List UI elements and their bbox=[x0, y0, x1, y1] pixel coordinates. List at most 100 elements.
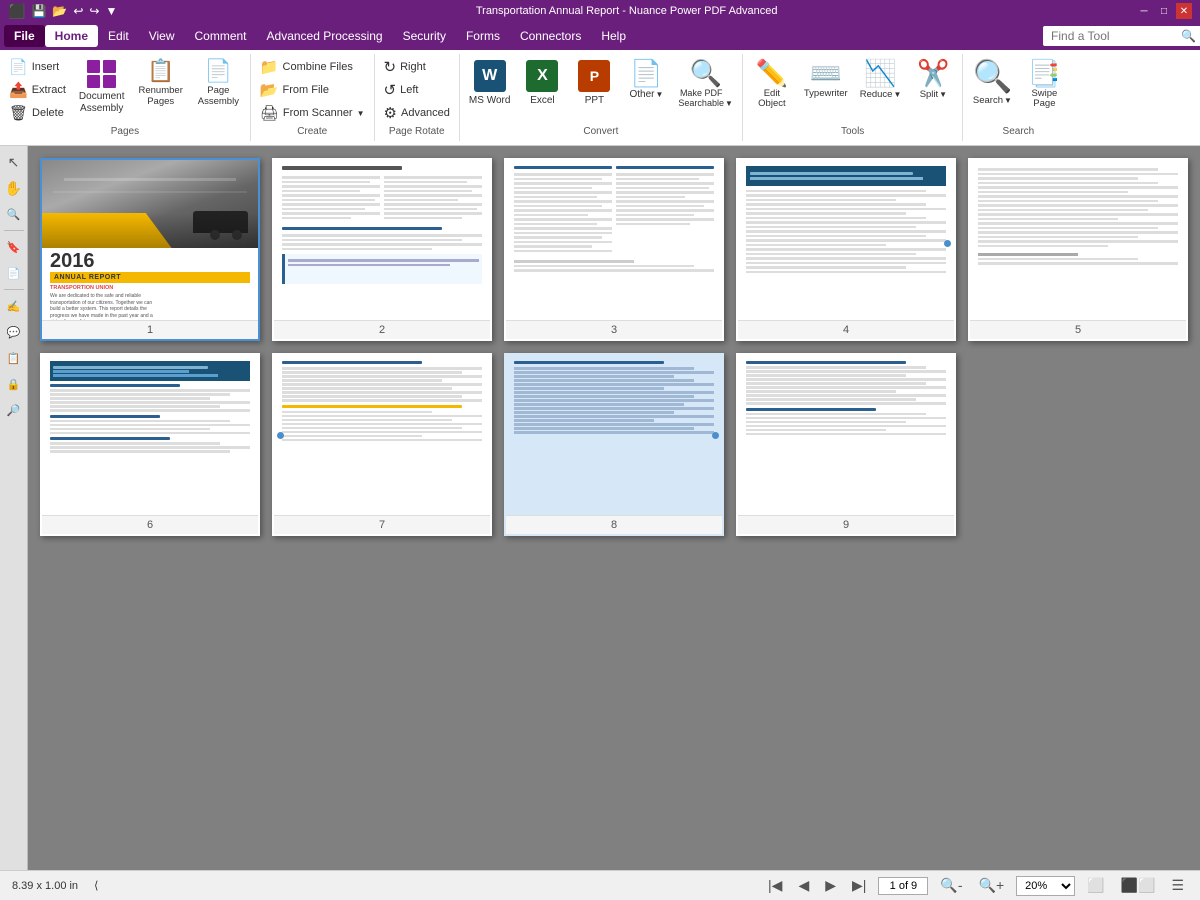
other-button[interactable]: 📄 Other ▼ bbox=[621, 56, 671, 105]
rotate-advanced-icon: ⚙ bbox=[384, 104, 397, 122]
page-thumb-1[interactable]: 2016 ANNUAL REPORT TRANSPORTION UNION We… bbox=[40, 158, 260, 341]
ribbon: 📄 Insert 📤 Extract 🗑 Delete bbox=[0, 50, 1200, 146]
bookmark-tool[interactable]: 🔖 bbox=[2, 235, 26, 259]
two-page-view-button[interactable]: ⬛⬜ bbox=[1117, 875, 1160, 896]
last-page-button[interactable]: ▶| bbox=[848, 875, 870, 896]
tools-group-content: ✏️ EditObject ⌨️ Typewriter 📉 Reduce ▼ ✂… bbox=[747, 56, 959, 124]
page-thumb-9[interactable]: 9 bbox=[736, 353, 956, 536]
page-thumb-2[interactable]: 2 bbox=[272, 158, 492, 341]
convert-group-label: Convert bbox=[464, 124, 738, 139]
select-tool[interactable]: ↖ bbox=[2, 150, 26, 174]
ribbon-group-search: 🔍 Search ▼ 📑 SwipePage Search bbox=[963, 54, 1073, 141]
prev-page-button[interactable]: ◀ bbox=[794, 875, 813, 896]
ms-word-button[interactable]: W MS Word bbox=[464, 56, 516, 111]
menu-item-security[interactable]: Security bbox=[393, 25, 456, 47]
page-assembly-button[interactable]: 📄 PageAssembly bbox=[191, 56, 246, 112]
first-page-button[interactable]: |◀ bbox=[764, 875, 786, 896]
typewriter-button[interactable]: ⌨️ Typewriter bbox=[799, 56, 853, 103]
form-tool[interactable]: 📋 bbox=[2, 346, 26, 370]
reduce-button[interactable]: 📉 Reduce ▼ bbox=[855, 56, 907, 104]
page-9-content bbox=[738, 355, 954, 515]
combine-icon: 📁 bbox=[260, 58, 279, 76]
menu-item-advanced-processing[interactable]: Advanced Processing bbox=[257, 25, 393, 47]
zoom-out-button[interactable]: 🔍- bbox=[936, 875, 966, 896]
zoom-tool[interactable]: 🔍 bbox=[2, 202, 26, 226]
document-assembly-button[interactable]: Document Assembly bbox=[73, 56, 131, 119]
page-5-label: 5 bbox=[970, 320, 1186, 339]
rotate-left-icon: ↺ bbox=[384, 81, 397, 99]
rotate-right-button[interactable]: ↻ Right bbox=[379, 56, 455, 78]
other-dropdown-icon: ▼ bbox=[655, 90, 663, 100]
find-tool-search-icon: 🔍 bbox=[1181, 29, 1196, 43]
create-stack: 📁 Combine Files 📂 From File 🖨 From Scann… bbox=[255, 56, 370, 124]
from-scanner-button[interactable]: 🖨 From Scanner ▼ bbox=[255, 102, 370, 124]
zoom-select[interactable]: 20% 50% 75% 100% 125% bbox=[1016, 876, 1075, 896]
split-button[interactable]: ✂️ Split ▼ bbox=[908, 56, 958, 104]
page-8-label: 8 bbox=[506, 515, 722, 534]
window-controls[interactable]: ─ □ ✕ bbox=[1136, 3, 1192, 19]
page-thumb-6[interactable]: 6 bbox=[40, 353, 260, 536]
renumber-pages-button[interactable]: 📋 RenumberPages bbox=[133, 56, 189, 112]
hand-tool[interactable]: ✋ bbox=[2, 176, 26, 200]
combine-files-button[interactable]: 📁 Combine Files bbox=[255, 56, 370, 78]
tools-group-label: Tools bbox=[747, 124, 959, 139]
close-button[interactable]: ✕ bbox=[1176, 3, 1192, 19]
thumbnail-tool[interactable]: 📄 bbox=[2, 261, 26, 285]
menu-item-help[interactable]: Help bbox=[591, 25, 636, 47]
menu-item-home[interactable]: Home bbox=[45, 25, 98, 47]
menu-item-view[interactable]: View bbox=[139, 25, 185, 47]
search-button[interactable]: 🔍 Search ▼ bbox=[967, 56, 1017, 110]
title-bar-left: ⬛ 💾 📂 ↩ ↪ ▼ bbox=[8, 3, 117, 20]
page-7-label: 7 bbox=[274, 515, 490, 534]
pages-group-content: 📄 Insert 📤 Extract 🗑 Delete bbox=[4, 56, 246, 124]
signature-tool[interactable]: ✍ bbox=[2, 294, 26, 318]
zoom-in-button[interactable]: 🔍+ bbox=[975, 875, 1009, 896]
ppt-button[interactable]: P PPT bbox=[569, 56, 619, 111]
minimize-button[interactable]: ─ bbox=[1136, 3, 1152, 19]
page-8-content bbox=[506, 355, 722, 515]
pdf-viewer[interactable]: 2016 ANNUAL REPORT TRANSPORTION UNION We… bbox=[28, 146, 1200, 870]
extract-button[interactable]: 📤 Extract bbox=[4, 79, 71, 101]
swipe-page-button[interactable]: 📑 SwipePage bbox=[1019, 56, 1069, 114]
rotate-right-icon: ↻ bbox=[384, 58, 397, 76]
from-file-button[interactable]: 📂 From File bbox=[255, 79, 370, 101]
edit-object-button[interactable]: ✏️ EditObject bbox=[747, 56, 797, 114]
rotate-advanced-button[interactable]: ⚙ Advanced bbox=[379, 102, 455, 124]
quick-save[interactable]: 💾 bbox=[31, 4, 46, 18]
page-thumb-3[interactable]: 3 bbox=[504, 158, 724, 341]
quick-redo[interactable]: ↪ bbox=[89, 4, 99, 18]
page-6-label: 6 bbox=[42, 515, 258, 534]
find-tool-input[interactable] bbox=[1043, 26, 1200, 46]
page-thumb-5[interactable]: 5 bbox=[968, 158, 1188, 341]
menu-item-forms[interactable]: Forms bbox=[456, 25, 510, 47]
make-pdf-dropdown-icon: ▼ bbox=[725, 99, 733, 109]
page-thumb-4[interactable]: 4 bbox=[736, 158, 956, 341]
quick-open[interactable]: 📂 bbox=[52, 4, 67, 18]
search-side-tool[interactable]: 🔎 bbox=[2, 398, 26, 422]
maximize-button[interactable]: □ bbox=[1156, 3, 1172, 19]
page-6-content bbox=[42, 355, 258, 515]
pages-group-label: Pages bbox=[4, 124, 246, 139]
security-tool[interactable]: 🔒 bbox=[2, 372, 26, 396]
menu-item-connectors[interactable]: Connectors bbox=[510, 25, 591, 47]
rotate-left-button[interactable]: ↺ Left bbox=[379, 79, 455, 101]
single-page-view-button[interactable]: ⬜ bbox=[1083, 875, 1108, 896]
next-page-button[interactable]: ▶ bbox=[821, 875, 840, 896]
page-thumb-8[interactable]: 8 bbox=[504, 353, 724, 536]
excel-button[interactable]: X Excel bbox=[517, 56, 567, 111]
menu-item-edit[interactable]: Edit bbox=[98, 25, 139, 47]
left-sidebar: ↖ ✋ 🔍 🔖 📄 ✍ 💬 📋 🔒 🔎 bbox=[0, 146, 28, 870]
comment-tool[interactable]: 💬 bbox=[2, 320, 26, 344]
delete-button[interactable]: 🗑 Delete bbox=[4, 102, 71, 124]
page-thumb-7[interactable]: 7 bbox=[272, 353, 492, 536]
expand-icon[interactable]: ⟨ bbox=[94, 879, 98, 892]
menu-item-file[interactable]: File bbox=[4, 25, 45, 47]
quick-customize[interactable]: ▼ bbox=[105, 4, 117, 18]
page-size-display: 8.39 x 1.00 in bbox=[12, 880, 78, 892]
menu-item-comment[interactable]: Comment bbox=[185, 25, 257, 47]
make-pdf-searchable-button[interactable]: 🔍 Make PDFSearchable ▼ bbox=[673, 56, 737, 113]
page-number-input[interactable] bbox=[878, 877, 928, 895]
insert-button[interactable]: 📄 Insert bbox=[4, 56, 71, 78]
quick-undo[interactable]: ↩ bbox=[73, 4, 83, 18]
continuous-view-button[interactable]: ☰ bbox=[1167, 875, 1188, 896]
